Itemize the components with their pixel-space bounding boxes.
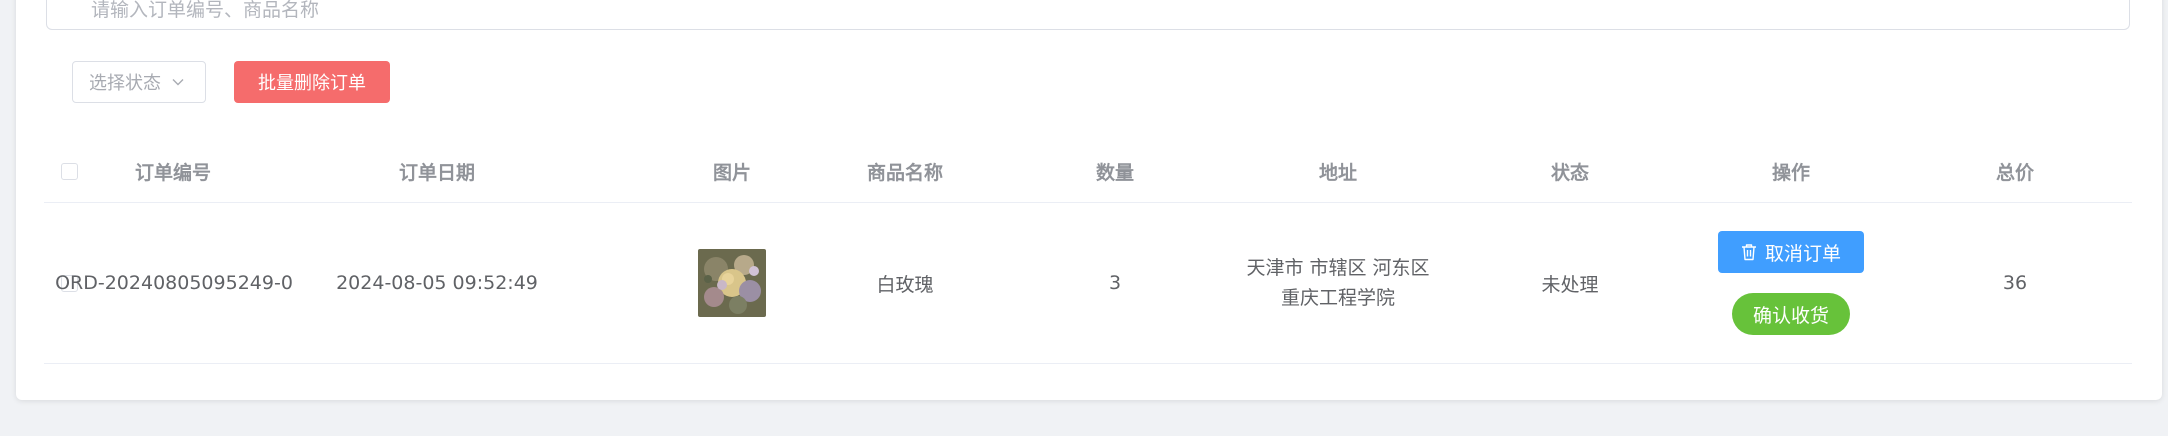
quantity: 3 xyxy=(1108,272,1122,294)
batch-delete-button[interactable]: 批量删除订单 xyxy=(234,61,390,103)
order-status: 未处理 xyxy=(1541,273,1599,296)
order-date: 2024-08-05 09:52:49 xyxy=(336,272,538,294)
cancel-order-button[interactable]: 取消订单 xyxy=(1718,231,1864,273)
header-order-date: 订单日期 xyxy=(398,161,475,184)
row-actions: 取消订单 确认收货 xyxy=(1718,203,1864,363)
address: 天津市 市辖区 河东区 重庆工程学院 xyxy=(1238,203,1438,363)
orders-table: 订单编号 订单日期 图片 商品名称 数量 地址 状态 操作 总价 ORD-202… xyxy=(44,140,2132,364)
cancel-order-label: 取消订单 xyxy=(1764,242,1841,265)
header-order-no: 订单编号 xyxy=(134,161,211,184)
header-image: 图片 xyxy=(712,161,751,184)
order-panel: 选择状态 批量删除订单 订单编号 订单日期 图片 商品名称 数量 地址 状态 操… xyxy=(16,0,2162,400)
order-total: 36 xyxy=(2002,272,2028,294)
address-line-1: 天津市 市辖区 河东区 xyxy=(1246,257,1430,279)
table-header: 订单编号 订单日期 图片 商品名称 数量 地址 状态 操作 总价 xyxy=(44,140,2132,203)
product-image-cell xyxy=(692,203,772,363)
trash-icon xyxy=(1741,244,1756,261)
confirm-receipt-button[interactable]: 确认收货 xyxy=(1732,293,1850,335)
header-actions: 操作 xyxy=(1771,161,1810,184)
header-status: 状态 xyxy=(1550,161,1589,184)
header-quantity: 数量 xyxy=(1095,161,1134,184)
table-row: ORD-20240805095249-0 2024-08-05 09:52:49 xyxy=(44,203,2132,364)
status-select[interactable]: 选择状态 xyxy=(72,61,206,103)
product-name: 白玫瑰 xyxy=(876,273,934,296)
status-select-placeholder: 选择状态 xyxy=(89,73,161,94)
chevron-down-icon xyxy=(171,75,185,89)
order-no: ORD-20240805095249-0 xyxy=(55,272,293,294)
address-line-2: 重庆工程学院 xyxy=(1280,287,1395,309)
header-product-name: 商品名称 xyxy=(866,161,943,184)
search-input[interactable] xyxy=(46,0,2130,30)
header-address: 地址 xyxy=(1318,161,1357,184)
product-image xyxy=(698,249,766,317)
select-all-checkbox[interactable] xyxy=(60,162,78,180)
header-total: 总价 xyxy=(1995,161,2034,184)
